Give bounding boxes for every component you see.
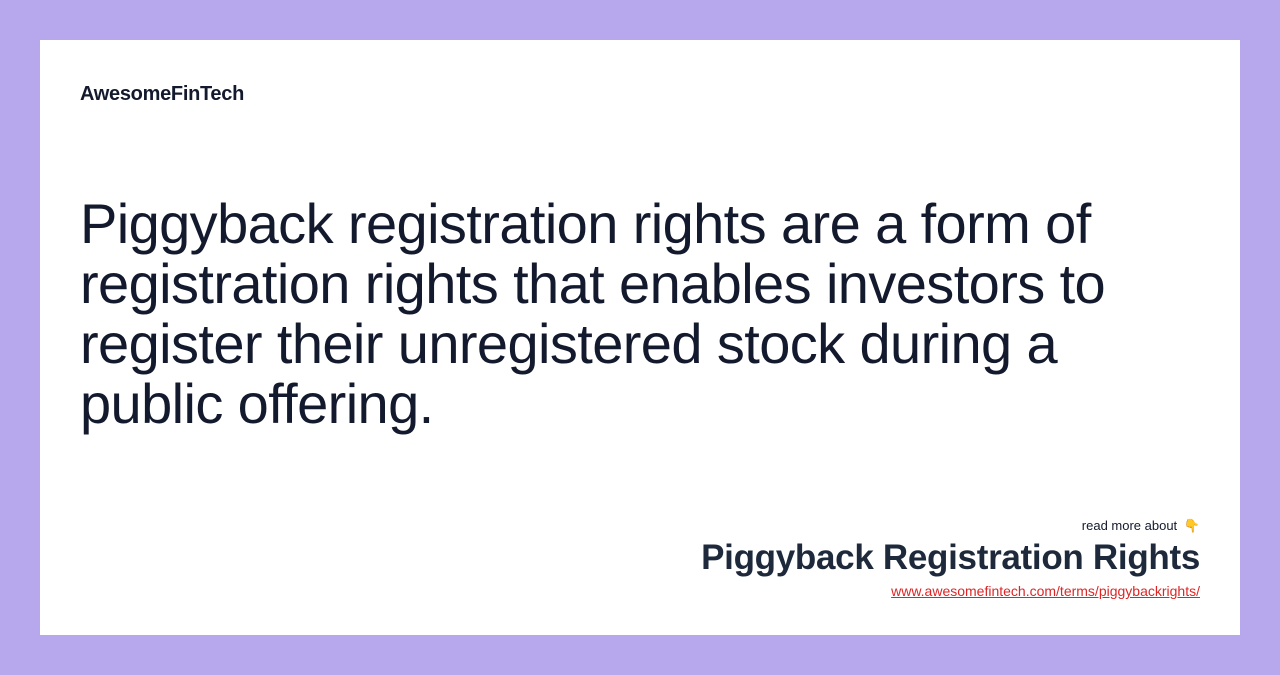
- content-card: AwesomeFinTech Piggyback registration ri…: [40, 40, 1240, 635]
- read-more-line: read more about 👇: [701, 518, 1200, 534]
- pointing-down-icon: 👇: [1183, 518, 1200, 533]
- brand-logo[interactable]: AwesomeFinTech: [80, 82, 244, 106]
- term-link[interactable]: www.awesomefintech.com/terms/piggybackri…: [891, 582, 1200, 600]
- read-more-label: read more about: [1081, 518, 1178, 533]
- read-more-footer: read more about 👇 Piggyback Registration…: [701, 518, 1200, 601]
- term-title: Piggyback Registration Rights: [701, 538, 1200, 577]
- definition-text: Piggyback registration rights are a form…: [80, 192, 1106, 435]
